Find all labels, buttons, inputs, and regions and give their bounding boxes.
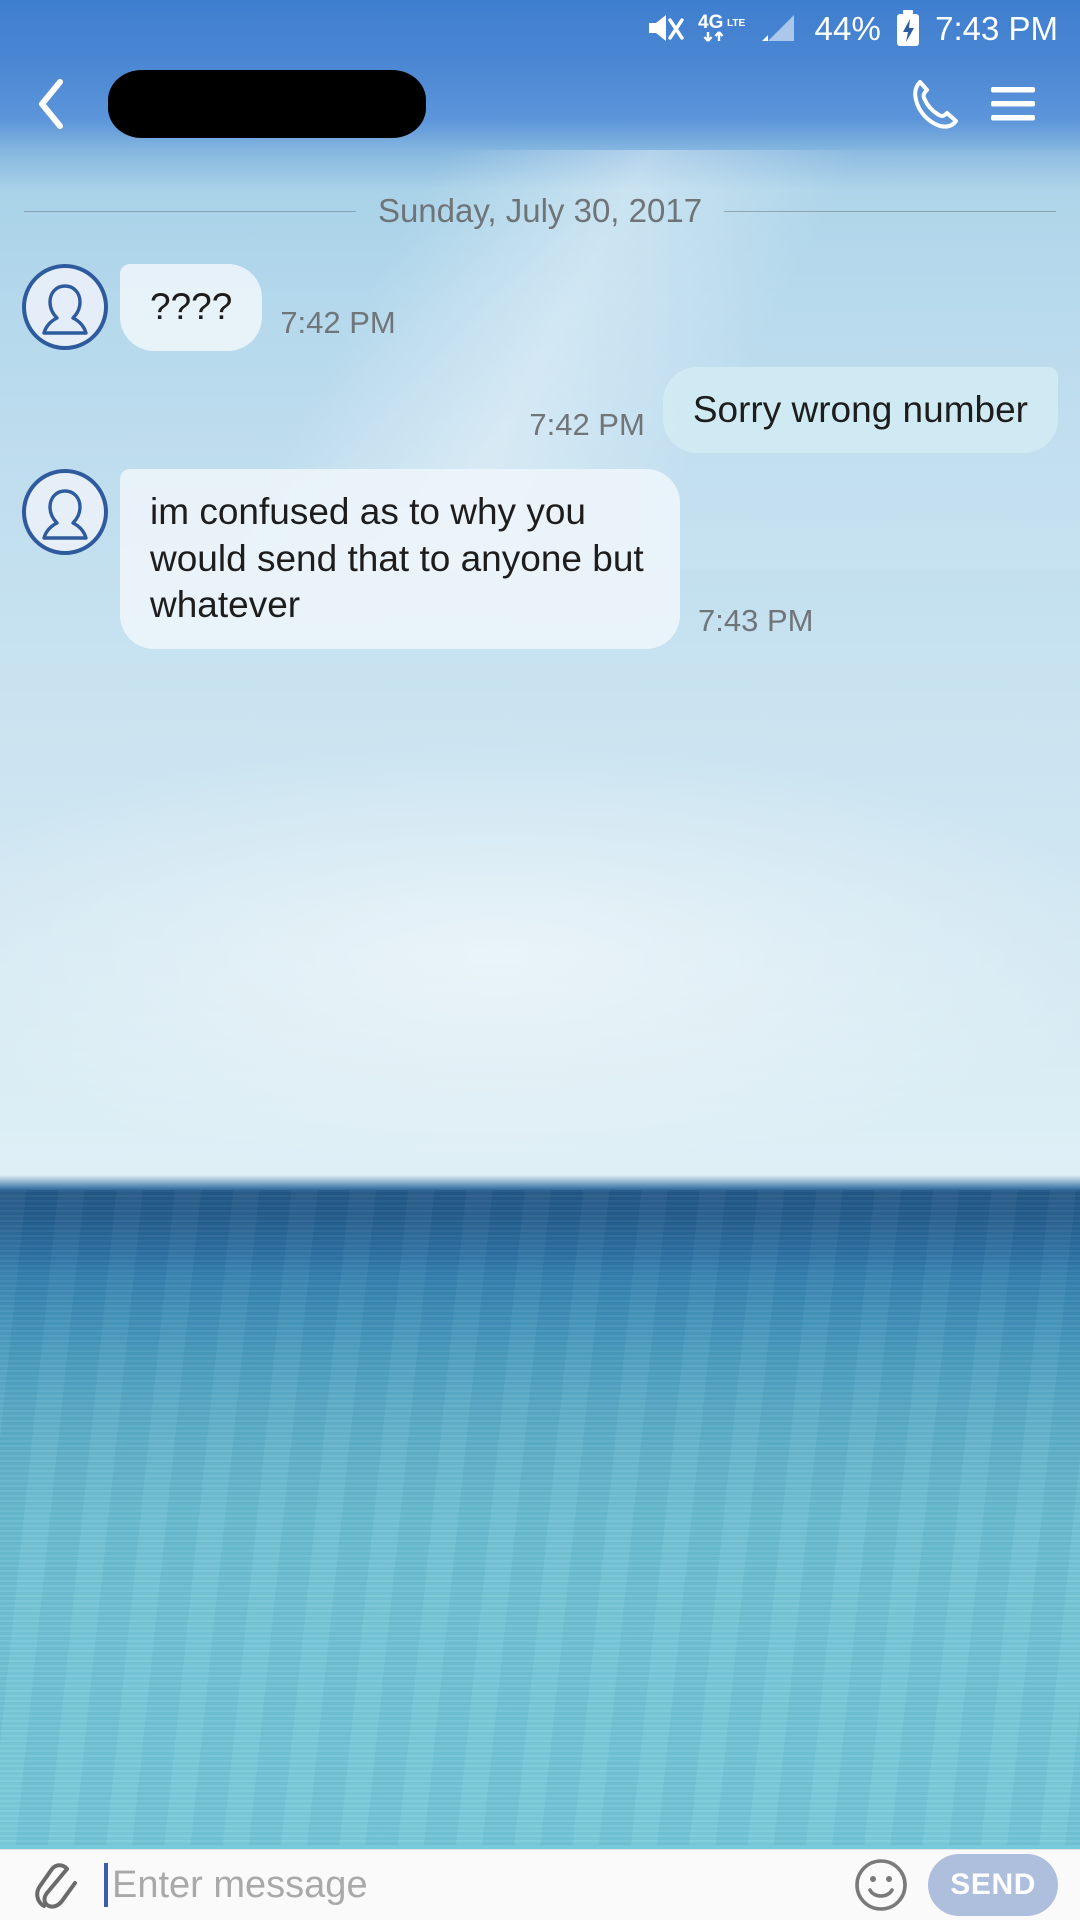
message-bubble[interactable]: im confused as to why you would send tha… — [120, 469, 680, 650]
bubble-group: ???? 7:42 PM — [120, 264, 396, 351]
signal-bars-icon — [760, 11, 800, 45]
paperclip-icon — [35, 1863, 77, 1909]
date-divider-line-right — [724, 210, 1056, 212]
bubble-group: im confused as to why you would send tha… — [120, 469, 814, 650]
person-avatar-icon — [42, 489, 88, 540]
date-divider-line-left — [24, 210, 356, 212]
status-bar: 4G LTE 44% 7:43 PM — [0, 0, 1080, 56]
send-button[interactable]: SEND — [928, 1854, 1058, 1916]
back-chevron-icon — [39, 79, 63, 129]
svg-text:LTE: LTE — [727, 18, 745, 29]
call-button[interactable] — [896, 65, 974, 143]
emoji-button[interactable] — [850, 1854, 912, 1916]
message-row: im confused as to why you would send tha… — [0, 469, 1080, 650]
message-bubble[interactable]: Sorry wrong number — [662, 366, 1058, 454]
bubble-group: 7:42 PM Sorry wrong number — [529, 366, 1058, 454]
mute-bell-icon — [646, 11, 685, 45]
person-avatar-icon — [42, 284, 88, 335]
message-timestamp: 7:42 PM — [529, 407, 645, 443]
network-type-icon: 4G LTE — [698, 10, 746, 46]
battery-charging-icon — [895, 9, 921, 47]
message-timestamp: 7:42 PM — [280, 304, 396, 340]
date-divider: Sunday, July 30, 2017 — [0, 192, 1080, 230]
message-input-bar: Enter message SEND — [0, 1849, 1080, 1920]
message-bubble[interactable]: ???? — [120, 264, 263, 351]
status-bar-clock: 7:43 PM — [935, 9, 1058, 47]
avatar[interactable] — [22, 469, 108, 556]
message-row: 7:42 PM Sorry wrong number — [0, 366, 1080, 454]
hamburger-menu-icon — [991, 87, 1035, 121]
conversation-title-redacted[interactable] — [108, 70, 426, 138]
message-list[interactable]: Sunday, July 30, 2017 ???? 7:42 PM 7:42 … — [0, 152, 1080, 1851]
back-button[interactable] — [34, 69, 90, 139]
phone-icon — [913, 80, 958, 129]
menu-button[interactable] — [974, 65, 1052, 143]
battery-percent-label: 44% — [814, 9, 882, 47]
message-timestamp: 7:43 PM — [698, 603, 814, 639]
attach-button[interactable] — [26, 1854, 88, 1916]
avatar[interactable] — [22, 264, 108, 350]
app-bar — [0, 56, 1080, 152]
text-cursor — [104, 1863, 108, 1907]
send-button-label: SEND — [950, 1868, 1036, 1901]
smiley-face-icon — [855, 1859, 908, 1911]
message-input-placeholder: Enter message — [112, 1864, 368, 1906]
date-divider-label: Sunday, July 30, 2017 — [377, 192, 703, 229]
message-input[interactable]: Enter message — [104, 1854, 850, 1916]
message-row: ???? 7:42 PM — [0, 264, 1080, 351]
svg-text:4G: 4G — [698, 12, 723, 33]
messaging-app-screen: 4G LTE 44% 7:43 PM Sunday, July 30, 2017… — [0, 0, 1080, 1920]
